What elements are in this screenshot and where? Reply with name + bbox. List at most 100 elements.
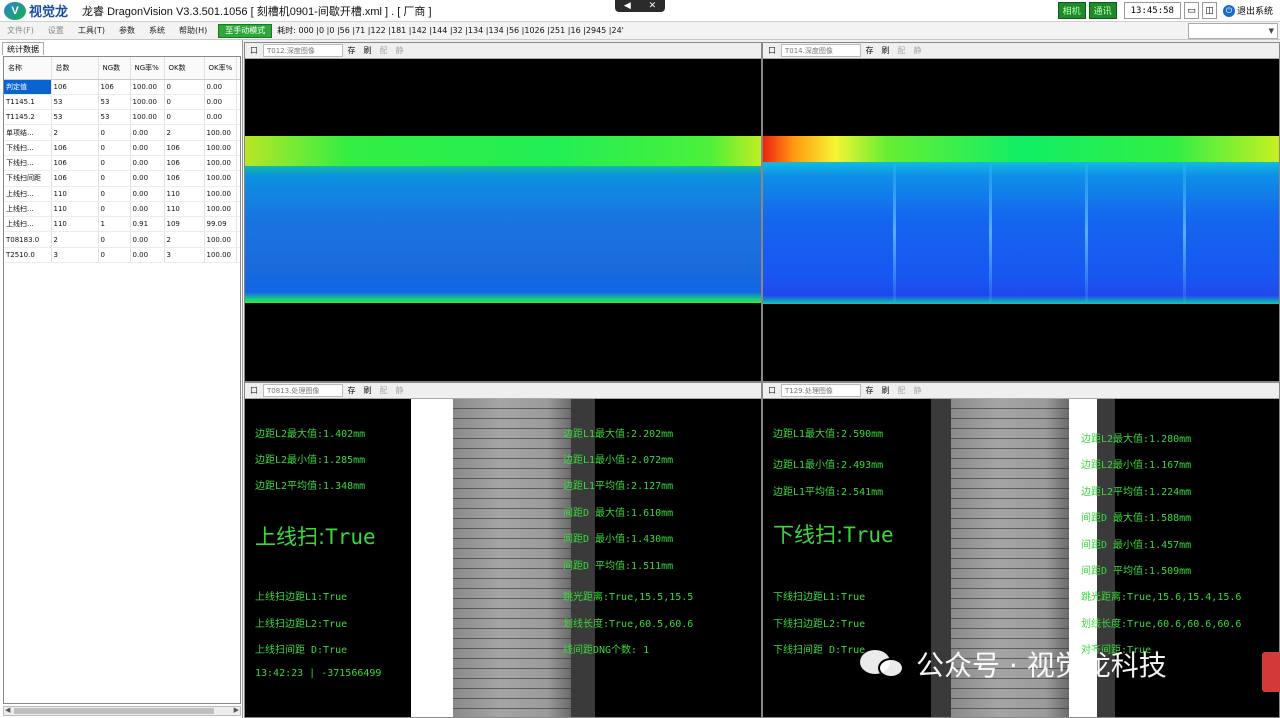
ov-upper-scan-result: 上线扫:True — [255, 521, 376, 551]
depth-image-right[interactable] — [763, 59, 1279, 381]
scroll-right-icon[interactable]: ▶ — [234, 706, 239, 714]
table-cell: 0.00 — [130, 231, 165, 248]
pin-icon[interactable]: 口 — [765, 384, 779, 398]
menu-tools[interactable]: 工具(T) — [71, 25, 112, 36]
ov-lower-scan-result: 下线扫:True — [773, 519, 894, 549]
table-cell-extra — [236, 186, 240, 202]
config-button[interactable]: 配 — [894, 384, 909, 398]
table-row[interactable]: 上线扫... 110 0 0.00 110 100.00 — [4, 201, 240, 218]
table-cell: 110 — [51, 201, 99, 218]
ov-r-ng-count: 线间距DNG个数: 1 — [563, 645, 650, 656]
ov-r-l2-avg: 边距L2平均值:1.224mm — [1081, 487, 1192, 498]
table-cell: 0.00 — [204, 94, 237, 111]
table-cell: 0.00 — [130, 247, 165, 264]
table-cell: 100.00 — [204, 201, 237, 218]
comm-status-button[interactable]: 通讯 — [1088, 2, 1117, 19]
static-button[interactable]: 静 — [910, 384, 925, 398]
ov-r-jump: 跳光距离:True,15.5,15.5 — [563, 592, 694, 603]
table-cell-extra — [236, 140, 240, 156]
ov-l2-min: 边距L2最小值:1.285mm — [255, 455, 366, 466]
menu-params[interactable]: 参数 — [112, 25, 142, 36]
save-button[interactable]: 存 — [344, 384, 359, 398]
stats-tab[interactable]: 统计数据 — [2, 42, 44, 55]
menu-settings[interactable]: 设置 — [41, 25, 71, 36]
table-cell: 53 — [51, 109, 99, 126]
config-button[interactable]: 配 — [376, 44, 391, 58]
table-cell: 100.00 — [130, 94, 165, 111]
col-header-ok-rate[interactable]: OK率% — [204, 57, 237, 80]
minimize-button[interactable]: ▭ — [1183, 2, 1199, 19]
table-row[interactable]: T1145.1 53 53 100.00 0 0.00 — [4, 94, 240, 111]
col-header-ok[interactable]: OK数 — [164, 57, 205, 80]
maximize-button[interactable]: ◫ — [1201, 2, 1217, 19]
refresh-button[interactable]: 刷 — [878, 384, 893, 398]
static-button[interactable]: 静 — [910, 44, 925, 58]
config-button[interactable]: 配 — [894, 44, 909, 58]
table-row[interactable]: 下线扫... 106 0 0.00 106 100.00 — [4, 140, 240, 156]
status-tools: 相机 通讯 13:45:58 ▭ ◫ ⏻ 退出系统 — [1057, 2, 1280, 19]
groove-line — [1183, 164, 1186, 302]
col-header-ng[interactable]: NG数 — [98, 57, 131, 80]
col-header-ng-rate[interactable]: NG率% — [130, 57, 165, 80]
table-cell-extra — [236, 247, 240, 264]
col-header-total[interactable]: 总数 — [51, 57, 99, 80]
table-cell: 0 — [98, 140, 131, 156]
static-button[interactable]: 静 — [392, 384, 407, 398]
refresh-button[interactable]: 刷 — [878, 44, 893, 58]
view-source-select[interactable]: T129.处理图像 — [781, 384, 861, 397]
table-cell: 110 — [164, 201, 205, 218]
save-button[interactable]: 存 — [862, 384, 877, 398]
table-row[interactable]: T2510.0 3 0 0.00 3 100.00 — [4, 247, 240, 264]
menu-help[interactable]: 帮助(H) — [172, 25, 214, 36]
table-row[interactable]: T08183.0 2 0 0.00 2 100.00 — [4, 231, 240, 248]
scrollbar-thumb[interactable] — [14, 708, 214, 714]
table-row[interactable]: 上线扫... 110 0 0.00 110 100.00 — [4, 186, 240, 202]
config-button[interactable]: 配 — [376, 384, 391, 398]
stats-horizontal-scrollbar[interactable]: ◀ ▶ — [3, 706, 241, 716]
mute-icon[interactable]: ◀ — [624, 1, 631, 11]
menu-system[interactable]: 系统 — [142, 25, 172, 36]
close-icon[interactable]: ✕ — [649, 1, 657, 11]
view-source-select[interactable]: T014.深度图像 — [781, 44, 861, 57]
pin-icon[interactable]: 口 — [247, 44, 261, 58]
table-cell: 3 — [164, 247, 205, 264]
ov-r-length: 划线长度:True,60.5,60.6 — [563, 619, 694, 630]
scroll-left-icon[interactable]: ◀ — [5, 706, 10, 714]
pin-icon[interactable]: 口 — [765, 44, 779, 58]
depth-band-top — [245, 136, 761, 166]
col-header-name[interactable]: 名称 — [4, 57, 52, 80]
ov-r-d-max: 间距D 最大值:1.588mm — [1081, 513, 1192, 524]
ov-l2-max: 边距L2最大值:1.402mm — [255, 429, 366, 440]
ov-l2-result: 上线扫边距L2:True — [255, 619, 348, 630]
refresh-button[interactable]: 刷 — [360, 384, 375, 398]
top-dropdown[interactable]: ▼ — [1188, 23, 1278, 39]
refresh-button[interactable]: 刷 — [360, 44, 375, 58]
menu-file[interactable]: 文件(F) — [0, 25, 41, 36]
table-row[interactable]: 单项结... 2 0 0.00 2 100.00 — [4, 124, 240, 141]
stats-table-container: 名称 总数 NG数 NG率% OK数 OK率% 判定值 106 106 100.00 0… — [3, 56, 241, 704]
exit-system-button[interactable]: ⏻ 退出系统 — [1220, 2, 1276, 19]
save-button[interactable]: 存 — [344, 44, 359, 58]
floating-controls: ◀ ✕ — [615, 0, 665, 12]
save-button[interactable]: 存 — [862, 44, 877, 58]
view-source-select[interactable]: T0813.处理图像 — [263, 384, 343, 397]
processed-image-left[interactable]: 边距L2最大值:1.402mm 边距L2最小值:1.285mm 边距L2平均值:… — [245, 399, 761, 717]
table-cell: 下线扫间距 — [4, 170, 52, 187]
depth-band-body — [763, 162, 1279, 304]
camera-status-button[interactable]: 相机 — [1057, 2, 1086, 19]
pin-icon[interactable]: 口 — [247, 384, 261, 398]
table-cell: 判定值 — [4, 79, 52, 95]
table-cell: 2 — [164, 231, 205, 248]
table-cell: 0.91 — [130, 216, 165, 233]
depth-image-left[interactable] — [245, 59, 761, 381]
side-badge[interactable] — [1262, 652, 1280, 692]
table-row[interactable]: 下线扫... 106 0 0.00 106 100.00 — [4, 155, 240, 172]
static-button[interactable]: 静 — [392, 44, 407, 58]
table-row[interactable]: T1145.2 53 53 100.00 0 0.00 — [4, 109, 240, 126]
table-row[interactable]: 下线扫间距 106 0 0.00 106 100.00 — [4, 170, 240, 187]
manual-mode-button[interactable]: 至手动模式 — [218, 23, 273, 38]
view-source-select[interactable]: T012.深度图像 — [263, 44, 343, 57]
table-row[interactable]: 上线扫... 110 1 0.91 109 99.09 — [4, 216, 240, 233]
table-row[interactable]: 判定值 106 106 100.00 0 0.00 — [4, 79, 240, 95]
table-cell: 100.00 — [204, 247, 237, 264]
